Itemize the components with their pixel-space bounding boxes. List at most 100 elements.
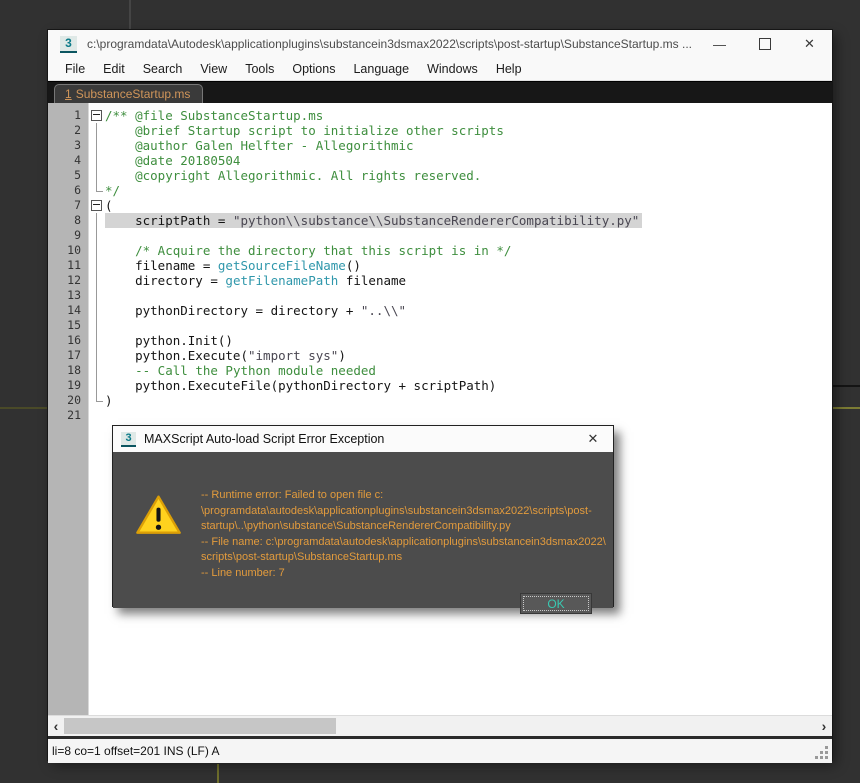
fold-marker	[88, 183, 105, 198]
line-number: 21	[67, 408, 81, 422]
menu-file[interactable]: File	[56, 62, 94, 76]
code-line[interactable]: 16 python.Init()	[48, 333, 832, 348]
line-number: 2	[74, 123, 81, 137]
fold-marker	[88, 348, 105, 363]
code-line[interactable]: 14 pythonDirectory = directory + "..\\"	[48, 303, 832, 318]
max-logo-icon: 3	[60, 35, 77, 53]
line-number: 18	[67, 363, 81, 377]
line-number: 3	[74, 138, 81, 152]
menu-search[interactable]: Search	[134, 62, 192, 76]
menu-bar: File Edit Search View Tools Options Language Wi…	[48, 58, 832, 81]
caret-position-status: li=8 co=1 offset=201 INS (LF) A	[52, 744, 220, 758]
warning-icon	[135, 494, 182, 542]
error-message-line: startup\..\python\substance\SubstanceRen…	[201, 520, 511, 532]
scroll-right-arrow[interactable]: ›	[816, 716, 832, 736]
fold-marker	[88, 138, 105, 153]
dialog-close-button[interactable]: ✕	[573, 431, 613, 447]
code-line[interactable]: 19 python.ExecuteFile(pythonDirectory + …	[48, 378, 832, 393]
line-number: 12	[67, 273, 81, 287]
code-line[interactable]: 1 /** @file SubstanceStartup.ms	[48, 108, 832, 123]
menu-options[interactable]: Options	[283, 62, 344, 76]
scroll-left-arrow[interactable]: ‹	[48, 716, 64, 736]
code-line[interactable]: 5 @copyright Allegorithmic. All rights r…	[48, 168, 832, 183]
minimize-button[interactable]: —	[697, 30, 742, 58]
code-line[interactable]: 2 @brief Startup script to initialize ot…	[48, 123, 832, 138]
line-number: 1	[74, 108, 81, 122]
line-number: 8	[74, 213, 81, 227]
background-tick-bottom	[217, 764, 219, 783]
fold-marker	[88, 318, 105, 333]
line-number: 13	[67, 288, 81, 302]
background-line-olive-left	[0, 407, 48, 409]
code-text: @author Galen Helfter - Allegorithmic	[105, 138, 414, 153]
line-number: 17	[67, 348, 81, 362]
code-text: /* Acquire the directory that this scrip…	[135, 243, 512, 258]
fold-marker	[88, 393, 105, 408]
code-text: python.ExecuteFile(pythonDirectory + scr…	[105, 378, 497, 393]
tab-bar: 1 SubstanceStartup.ms	[48, 81, 832, 103]
code-line[interactable]: 7(	[48, 198, 832, 213]
code-line[interactable]: 10 /* Acquire the directory that this sc…	[48, 243, 832, 258]
title-bar[interactable]: 3 c:\programdata\Autodesk\applicationplu…	[48, 30, 832, 58]
error-message-line: scripts\post-startup\SubstanceStartup.ms	[201, 551, 403, 563]
background-line-olive-right	[832, 407, 860, 409]
background-panel-divider	[129, 0, 131, 30]
line-number: 9	[74, 228, 81, 242]
error-message-line: -- File name: c:\programdata\autodesk\ap…	[201, 535, 606, 548]
max-logo-icon: 3	[121, 431, 136, 447]
code-line[interactable]: 18 -- Call the Python module needed	[48, 363, 832, 378]
fold-marker	[88, 333, 105, 348]
code-line[interactable]: 8 scriptPath = "python\\substance\\Subst…	[48, 213, 832, 228]
code-line[interactable]: 3 @author Galen Helfter - Allegorithmic	[48, 138, 832, 153]
tab-substancestartup[interactable]: 1 SubstanceStartup.ms	[54, 84, 204, 103]
code-line[interactable]: 17 python.Execute("import sys")	[48, 348, 832, 363]
menu-windows[interactable]: Windows	[418, 62, 487, 76]
maximize-button[interactable]	[742, 30, 787, 58]
code-line[interactable]: 20)	[48, 393, 832, 408]
close-button[interactable]: ✕	[787, 30, 832, 58]
scrollbar-thumb[interactable]	[64, 718, 336, 734]
code-line[interactable]: 15	[48, 318, 832, 333]
dialog-title-bar[interactable]: 3 MAXScript Auto-load Script Error Excep…	[113, 426, 613, 452]
code-text: */	[105, 183, 121, 198]
menu-edit[interactable]: Edit	[94, 62, 134, 76]
dialog-body: -- Runtime error: Failed to open file c:…	[113, 452, 613, 614]
code-line[interactable]: 13	[48, 288, 832, 303]
fold-collapse-icon[interactable]	[88, 198, 105, 213]
code-line[interactable]: 11 filename = getSourceFileName()	[48, 258, 832, 273]
window-title: c:\programdata\Autodesk\applicationplugi…	[87, 37, 692, 51]
code-text: pythonDirectory = directory + "..\\"	[105, 303, 407, 318]
code-editor[interactable]: 1/** @file SubstanceStartup.ms 2 @brief S…	[48, 103, 832, 715]
code-line[interactable]: 6 */	[48, 183, 832, 198]
line-number: 4	[74, 153, 81, 167]
code-line[interactable]: 12 directory = getFilenamePath filename	[48, 273, 832, 288]
line-number: 7	[74, 198, 81, 212]
fold-marker	[88, 408, 105, 423]
ok-button[interactable]: OK	[520, 593, 592, 614]
background-line-dark	[832, 385, 860, 387]
code-text: -- Call the Python module needed	[135, 363, 376, 378]
code-line[interactable]: 21	[48, 408, 832, 423]
line-number: 20	[67, 393, 81, 407]
horizontal-scrollbar[interactable]: ‹ ›	[48, 715, 832, 736]
error-message-line: \programdata\autodesk\applicationplugins…	[201, 504, 592, 517]
line-number: 16	[67, 333, 81, 347]
maximize-icon	[758, 38, 771, 50]
code-line[interactable]: 9	[48, 228, 832, 243]
menu-view[interactable]: View	[191, 62, 236, 76]
menu-help[interactable]: Help	[487, 62, 531, 76]
menu-language[interactable]: Language	[344, 62, 418, 76]
fold-marker	[88, 213, 105, 228]
menu-tools[interactable]: Tools	[236, 62, 283, 76]
code-text: filename = getSourceFileName()	[105, 258, 361, 273]
fold-collapse-icon[interactable]	[88, 108, 105, 123]
resize-grip[interactable]	[825, 756, 828, 759]
fold-marker	[88, 258, 105, 273]
code-text: @date 20180504	[105, 153, 241, 168]
code-text: python.Execute("import sys")	[105, 348, 346, 363]
code-text: (	[105, 198, 113, 213]
status-bar: li=8 co=1 offset=201 INS (LF) A	[48, 739, 832, 763]
fold-marker	[88, 378, 105, 393]
code-line[interactable]: 4 @date 20180504	[48, 153, 832, 168]
error-message-line: -- Runtime error: Failed to open file c:	[201, 489, 384, 501]
